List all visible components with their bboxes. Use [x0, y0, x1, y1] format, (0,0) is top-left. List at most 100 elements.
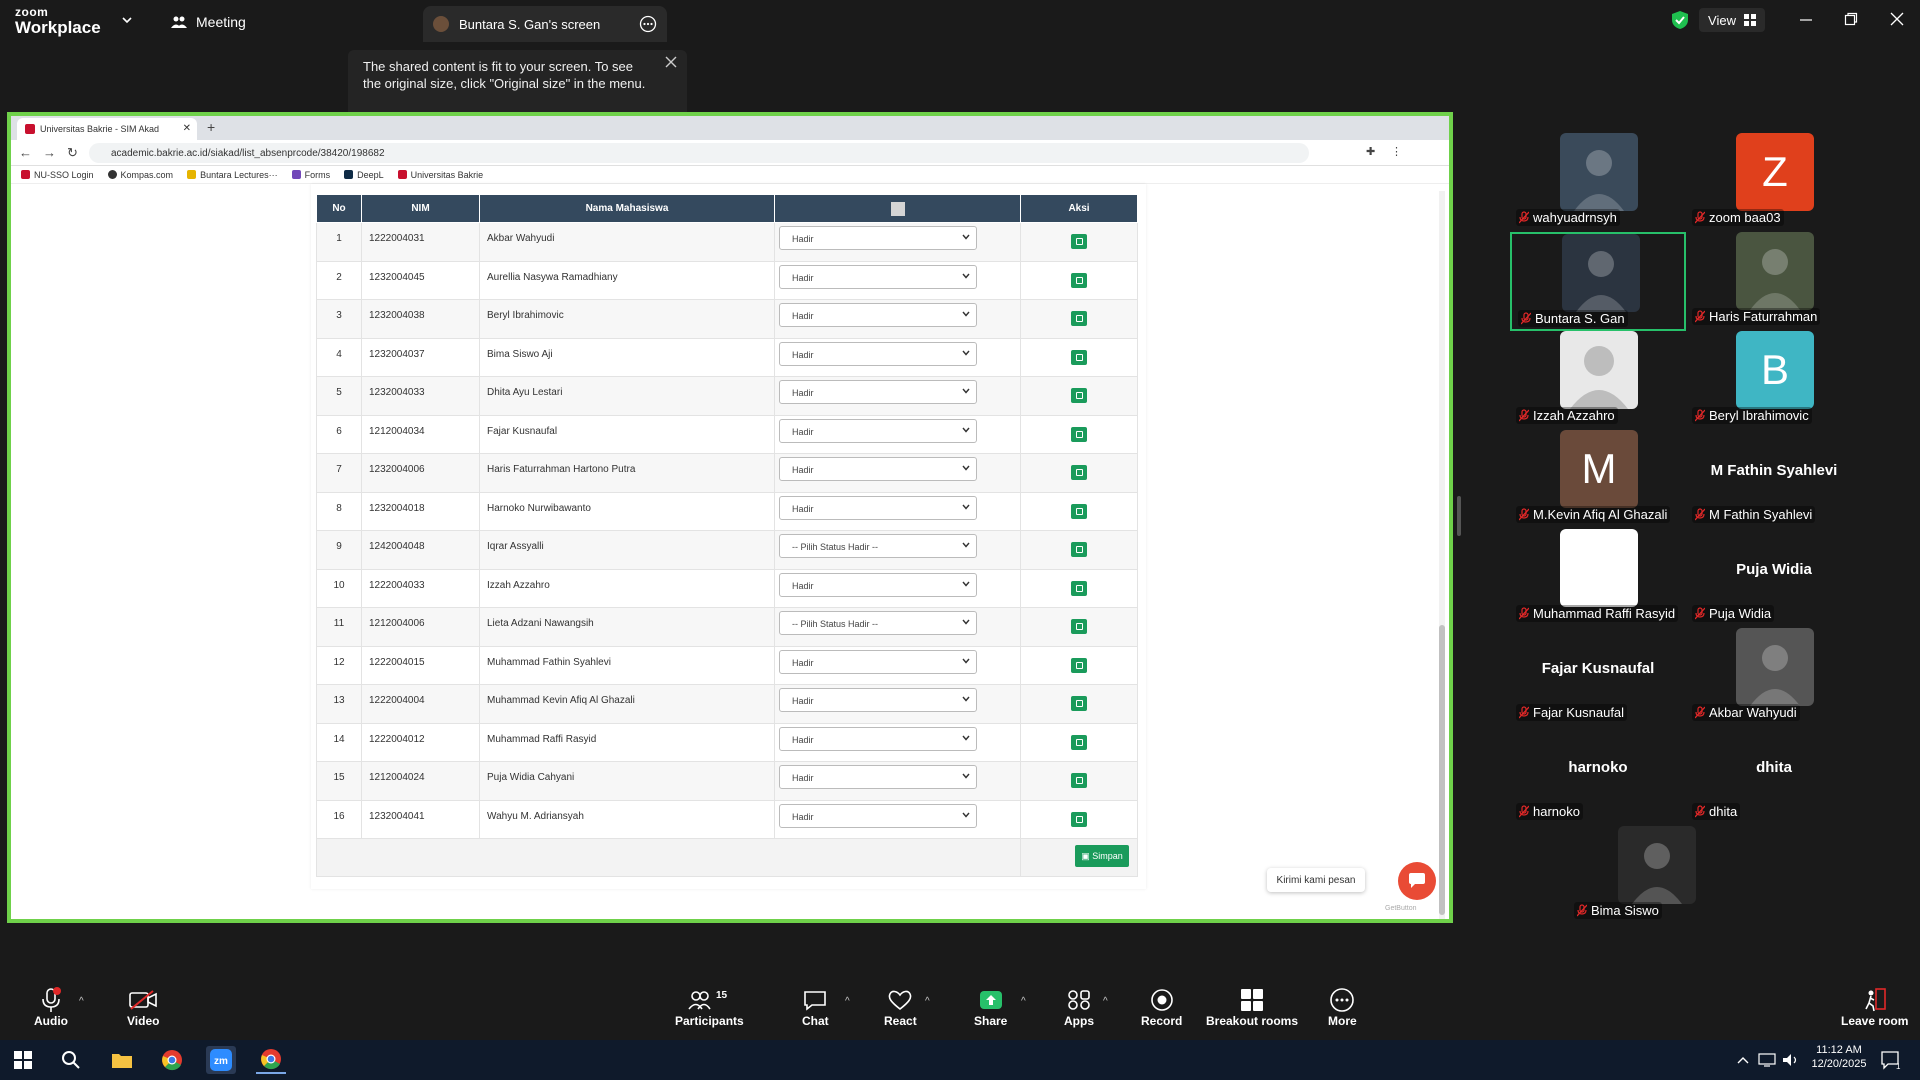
status-select[interactable]: Hadir — [779, 765, 977, 789]
participant-tile[interactable]: Izzah Azzahro — [1510, 331, 1686, 430]
chat-widget-button[interactable] — [1398, 862, 1436, 900]
col-header-status[interactable] — [774, 194, 1021, 223]
status-select[interactable]: Hadir — [779, 380, 977, 404]
record-button[interactable]: Record — [1141, 986, 1182, 1028]
shield-icon[interactable] — [1671, 10, 1689, 30]
minimize-icon[interactable] — [1799, 12, 1813, 26]
status-select[interactable]: Hadir — [779, 495, 977, 520]
page-scrollbar[interactable] — [1439, 191, 1445, 919]
status-select[interactable]: -- Pilih Status Hadir -- — [779, 611, 977, 635]
windows-start-icon[interactable] — [8, 1046, 38, 1074]
status-select[interactable]: Hadir — [779, 688, 977, 712]
save-row-button[interactable] — [1071, 465, 1087, 480]
zoom-app-icon[interactable]: zm — [206, 1046, 236, 1074]
participant-tile[interactable]: Haris Faturrahman — [1686, 232, 1862, 331]
share-button[interactable]: Share — [974, 986, 1007, 1028]
close-icon[interactable] — [665, 56, 677, 68]
breakout-rooms-button[interactable]: Breakout rooms — [1206, 986, 1298, 1028]
participant-tile[interactable]: Zzoom baa03 — [1686, 133, 1862, 232]
select-all-checkbox[interactable] — [890, 201, 905, 216]
participant-tile[interactable]: Muhammad Raffi Rasyid — [1510, 529, 1686, 628]
save-row-button[interactable] — [1071, 426, 1087, 442]
react-button[interactable]: React — [884, 986, 917, 1028]
chrome-icon[interactable] — [157, 1046, 187, 1074]
save-row-button[interactable] — [1071, 657, 1087, 673]
more-button[interactable]: More — [1328, 986, 1357, 1028]
save-row-button[interactable] — [1071, 272, 1087, 288]
browser-tab[interactable]: Universitas Bakrie - SIM Akad ✕ — [17, 118, 197, 140]
save-row-button[interactable] — [1071, 811, 1087, 827]
status-select[interactable]: Hadir — [779, 572, 977, 597]
forward-icon[interactable]: → — [43, 145, 56, 160]
leave-room-button[interactable]: Leave room — [1841, 986, 1908, 1028]
participant-tile[interactable]: Buntara S. Gan — [1510, 232, 1686, 331]
url-field[interactable]: academic.bakrie.ac.id/siakad/list_absenp… — [89, 143, 1309, 163]
status-select[interactable]: Hadir — [779, 457, 977, 481]
save-row-button[interactable] — [1071, 773, 1087, 788]
restore-icon[interactable] — [1844, 12, 1858, 26]
chevron-down-icon[interactable] — [121, 15, 133, 25]
chat-options-caret[interactable]: ^ — [845, 996, 850, 1007]
save-row-button[interactable] — [1071, 234, 1087, 249]
new-tab-icon[interactable]: + — [207, 119, 215, 135]
save-row-button[interactable] — [1071, 734, 1087, 750]
reload-icon[interactable]: ↻ — [67, 145, 78, 161]
share-options-caret[interactable]: ^ — [1021, 996, 1026, 1007]
meeting-menu[interactable]: Meeting — [171, 14, 246, 30]
participant-tile[interactable]: harnoko harnoko — [1510, 727, 1686, 826]
file-explorer-icon[interactable] — [107, 1046, 137, 1074]
bookmark-item[interactable]: DeepL — [344, 170, 384, 180]
video-button[interactable]: Video — [127, 986, 159, 1028]
save-row-button[interactable] — [1071, 349, 1087, 365]
status-select[interactable]: -- Pilih Status Hadir -- — [779, 534, 977, 558]
bookmark-item[interactable]: NU-SSO Login — [21, 170, 94, 180]
save-row-button[interactable] — [1071, 388, 1087, 403]
close-icon[interactable] — [1890, 12, 1904, 26]
apps-button[interactable]: Apps — [1064, 986, 1094, 1028]
react-options-caret[interactable]: ^ — [925, 996, 930, 1007]
clock[interactable]: 11:12 AM 12/20/2025 — [1804, 1044, 1874, 1070]
chrome-active-icon[interactable] — [256, 1046, 286, 1074]
chat-widget-pill[interactable]: Kirimi kami pesan — [1267, 868, 1365, 892]
apps-options-caret[interactable]: ^ — [1103, 996, 1108, 1007]
chat-button[interactable]: Chat — [802, 986, 829, 1028]
more-options-icon[interactable] — [639, 15, 657, 33]
save-row-button[interactable] — [1071, 311, 1087, 326]
participants-button[interactable]: 15 Participants — [675, 986, 744, 1028]
volume-icon[interactable] — [1776, 1046, 1806, 1074]
extensions-icon[interactable]: ✚ — [1366, 145, 1375, 158]
participant-tile[interactable]: Akbar Wahyudi — [1686, 628, 1862, 727]
save-button[interactable]: ▣ Simpan — [1075, 845, 1129, 867]
participant-tile[interactable]: Puja Widia Puja Widia — [1686, 529, 1862, 628]
bookmark-item[interactable]: Universitas Bakrie — [397, 170, 483, 180]
back-icon[interactable]: ← — [19, 145, 32, 160]
status-select[interactable]: Hadir — [779, 341, 977, 366]
status-select[interactable]: Hadir — [779, 803, 977, 828]
search-icon[interactable] — [56, 1046, 86, 1074]
participant-tile[interactable]: Bima Siswo — [1568, 826, 1744, 925]
save-row-button[interactable] — [1071, 696, 1087, 711]
participant-tile[interactable]: dhita dhita — [1686, 727, 1862, 826]
status-select[interactable]: Hadir — [779, 726, 977, 751]
audio-options-caret[interactable]: ^ — [79, 996, 84, 1007]
bookmark-item[interactable]: Kompas.com — [107, 170, 173, 180]
participant-tile[interactable]: wahyuadrnsyh — [1510, 133, 1686, 232]
menu-dots-icon[interactable]: ⋮ — [1391, 145, 1402, 158]
save-row-button[interactable] — [1071, 503, 1087, 519]
audio-button[interactable]: Audio — [34, 986, 68, 1028]
participant-tile[interactable]: B Beryl Ibrahimovic — [1686, 331, 1862, 430]
status-select[interactable]: Hadir — [779, 418, 977, 443]
save-row-button[interactable] — [1071, 580, 1087, 596]
view-button[interactable]: View — [1699, 8, 1765, 32]
panel-resize-handle[interactable] — [1457, 496, 1461, 536]
participant-tile[interactable]: M Fathin Syahlevi M Fathin Syahlevi — [1686, 430, 1862, 529]
notifications-icon[interactable]: 1 — [1876, 1046, 1906, 1074]
status-select[interactable]: Hadir — [779, 303, 977, 327]
save-row-button[interactable] — [1071, 619, 1087, 634]
save-row-button[interactable] — [1071, 542, 1087, 557]
close-icon[interactable]: ✕ — [183, 123, 191, 134]
participant-tile[interactable]: M M.Kevin Afiq Al Ghazali — [1510, 430, 1686, 529]
bookmark-item[interactable]: Buntara Lectures··· — [187, 170, 278, 180]
bookmark-item[interactable]: Forms — [291, 170, 330, 180]
share-screen-tab[interactable]: Buntara S. Gan's screen — [423, 6, 667, 42]
